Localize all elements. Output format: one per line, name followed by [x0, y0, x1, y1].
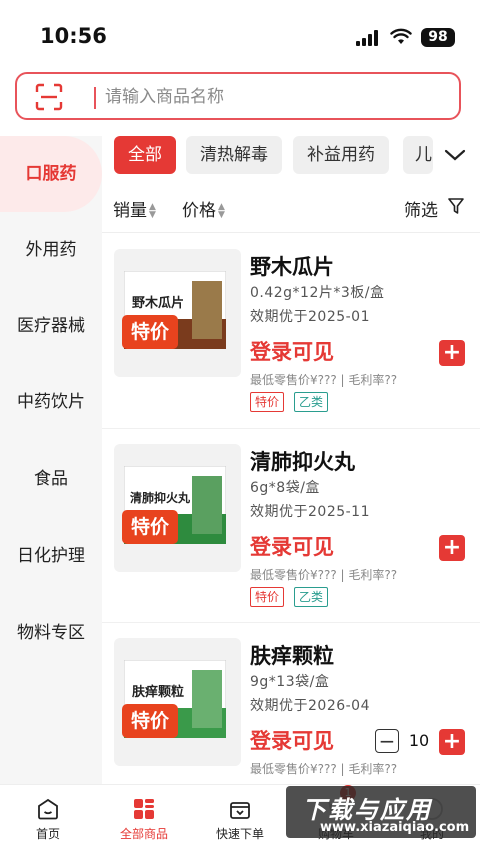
- price-note: 最低零售价¥??? | 毛利率??: [250, 762, 398, 776]
- tab-home[interactable]: 首页: [0, 785, 96, 854]
- product-image[interactable]: 清肺抑火丸 特价: [114, 444, 241, 572]
- decrease-quantity-button[interactable]: −: [375, 729, 399, 753]
- sidebar-item-herbal[interactable]: 中药饮片: [0, 364, 102, 440]
- product-card[interactable]: 清肺抑火丸 特价 清肺抑火丸 6g*8袋/盒 效期优于2025-11 登录可见 …: [102, 429, 480, 619]
- box-title-text: 野木瓜片: [132, 295, 184, 311]
- sort-price-label: 价格: [182, 201, 216, 221]
- wifi-icon: [390, 28, 412, 44]
- tag-special: 特价: [250, 392, 285, 412]
- category-pill-heat[interactable]: 清热解毒: [186, 136, 282, 174]
- category-pill-all[interactable]: 全部: [114, 136, 176, 174]
- sidebar-item-oral[interactable]: 口服药: [0, 136, 102, 212]
- product-expiry: 效期优于2025-01: [250, 309, 370, 325]
- search-divider: [94, 87, 96, 109]
- sidebar-item-daily-care[interactable]: 日化护理: [0, 518, 102, 594]
- watermark: 下载与应用 www.xiazaiqiao.com: [286, 786, 476, 838]
- category-pill-child[interactable]: 儿: [403, 136, 433, 174]
- price-note: 最低零售价¥??? | 毛利率??: [250, 568, 398, 582]
- grid-icon: [134, 799, 154, 819]
- sort-sales-label: 销量: [113, 201, 147, 221]
- login-to-view-price[interactable]: 登录可见: [250, 336, 334, 366]
- watermark-url: www.xiazaiqiao.com: [320, 820, 470, 835]
- product-card[interactable]: 野木瓜片 特价 野木瓜片 0.42g*12片*3板/盒 效期优于2025-01 …: [102, 234, 480, 424]
- product-name[interactable]: 野木瓜片: [250, 251, 334, 281]
- signal-icon: [356, 30, 382, 46]
- product-expiry: 效期优于2025-11: [250, 504, 370, 520]
- tab-all-products[interactable]: 全部商品: [96, 785, 192, 854]
- divider: [102, 232, 480, 233]
- product-spec: 0.42g*12片*3板/盒: [250, 285, 385, 301]
- special-offer-badge: 特价: [122, 510, 178, 544]
- product-image[interactable]: 野木瓜片 特价: [114, 249, 241, 377]
- tab-label: 首页: [35, 827, 60, 841]
- product-name[interactable]: 肤痒颗粒: [250, 640, 334, 670]
- product-image[interactable]: 肤痒颗粒 特价: [114, 638, 241, 766]
- filter-icon[interactable]: [448, 197, 464, 215]
- product-spec: 6g*8袋/盒: [250, 480, 320, 496]
- filter-button[interactable]: 筛选: [404, 196, 438, 221]
- tab-label: 全部商品: [119, 827, 168, 841]
- sort-sales[interactable]: 销量 ▲ ▼: [113, 196, 156, 221]
- sort-price[interactable]: 价格 ▲ ▼: [182, 196, 225, 221]
- tag-special: 特价: [250, 587, 285, 607]
- scan-icon[interactable]: [35, 83, 63, 111]
- add-to-cart-button[interactable]: +: [439, 535, 465, 561]
- quick-order-icon: [230, 802, 250, 819]
- price-note: 最低零售价¥??? | 毛利率??: [250, 373, 398, 387]
- search-input[interactable]: [103, 82, 447, 112]
- login-to-view-price[interactable]: 登录可见: [250, 725, 334, 755]
- product-spec: 9g*13袋/盒: [250, 674, 330, 690]
- sidebar-item-medical-devices[interactable]: 医疗器械: [0, 288, 102, 364]
- tab-quick-order[interactable]: 快速下单: [192, 785, 288, 854]
- sort-arrows-icon: ▲ ▼: [149, 202, 156, 220]
- product-expiry: 效期优于2026-04: [250, 698, 370, 714]
- home-icon: [38, 798, 58, 820]
- tag-category: 乙类: [294, 587, 329, 607]
- tab-label: 快速下单: [215, 827, 264, 841]
- sort-arrows-icon: ▲ ▼: [218, 202, 225, 220]
- login-to-view-price[interactable]: 登录可见: [250, 531, 334, 561]
- special-offer-badge: 特价: [122, 315, 178, 349]
- tag-category: 乙类: [294, 392, 329, 412]
- sidebar-item-external[interactable]: 外用药: [0, 212, 102, 288]
- box-title-text: 清肺抑火丸: [130, 490, 191, 505]
- battery-indicator: 98: [421, 28, 455, 47]
- box-title-text: 肤痒颗粒: [132, 684, 184, 700]
- special-offer-badge: 特价: [122, 704, 178, 738]
- status-bar: 10:56 98: [0, 0, 480, 70]
- sidebar-item-food[interactable]: 食品: [0, 441, 102, 517]
- sidebar-item-materials[interactable]: 物料专区: [0, 595, 102, 671]
- category-pill-tonic[interactable]: 补益用药: [293, 136, 389, 174]
- status-time: 10:56: [40, 24, 107, 48]
- category-sidebar: 口服药 外用药 医疗器械 中药饮片 食品 日化护理 物料专区: [0, 136, 102, 784]
- product-name[interactable]: 清肺抑火丸: [250, 446, 355, 476]
- quantity-value[interactable]: 10: [406, 731, 432, 750]
- increase-quantity-button[interactable]: +: [439, 729, 465, 755]
- search-bar[interactable]: [15, 72, 461, 120]
- add-to-cart-button[interactable]: +: [439, 340, 465, 366]
- chevron-down-icon[interactable]: [442, 146, 468, 164]
